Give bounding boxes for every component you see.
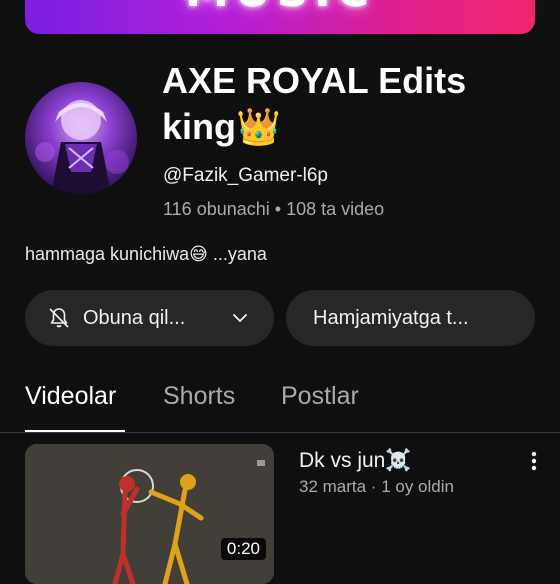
channel-description[interactable]: hammaga kunichiwa😅 ...yana bbox=[25, 244, 267, 265]
channel-banner: MUSIC bbox=[25, 0, 535, 34]
tab-videos[interactable]: Videolar bbox=[25, 382, 116, 411]
tab-posts[interactable]: Postlar bbox=[281, 382, 359, 411]
bell-off-icon bbox=[49, 308, 69, 328]
video-meta: 32 marta · 1 oy oldin bbox=[299, 477, 454, 496]
channel-avatar[interactable] bbox=[25, 82, 137, 194]
thumbnail-image bbox=[25, 444, 274, 584]
tabs-divider bbox=[0, 432, 560, 433]
community-button[interactable]: Hamjamiyatga t... bbox=[286, 290, 535, 346]
tab-shorts[interactable]: Shorts bbox=[163, 382, 235, 411]
chevron-down-icon bbox=[233, 314, 247, 322]
banner-text: MUSIC bbox=[25, 0, 535, 17]
subscribed-button[interactable]: Obuna qil... bbox=[25, 290, 274, 346]
channel-title: AXE ROYAL Edits king👑 bbox=[162, 60, 467, 147]
channel-handle: @Fazik_Gamer-l6p bbox=[163, 165, 328, 186]
community-label: Hamjamiyatga t... bbox=[313, 306, 469, 329]
channel-stats: 116 obunachi • 108 ta video bbox=[163, 199, 385, 219]
avatar-image bbox=[35, 100, 129, 194]
video-thumbnail[interactable]: 0:20 bbox=[25, 444, 274, 584]
channel-tabs: Videolar Shorts Postlar bbox=[0, 380, 560, 433]
subscribe-label: Obuna qil... bbox=[83, 306, 186, 329]
video-title[interactable]: Dk vs jun☠️ bbox=[299, 449, 412, 473]
more-vert-icon[interactable] bbox=[526, 450, 542, 472]
video-duration: 0:20 bbox=[220, 538, 266, 560]
